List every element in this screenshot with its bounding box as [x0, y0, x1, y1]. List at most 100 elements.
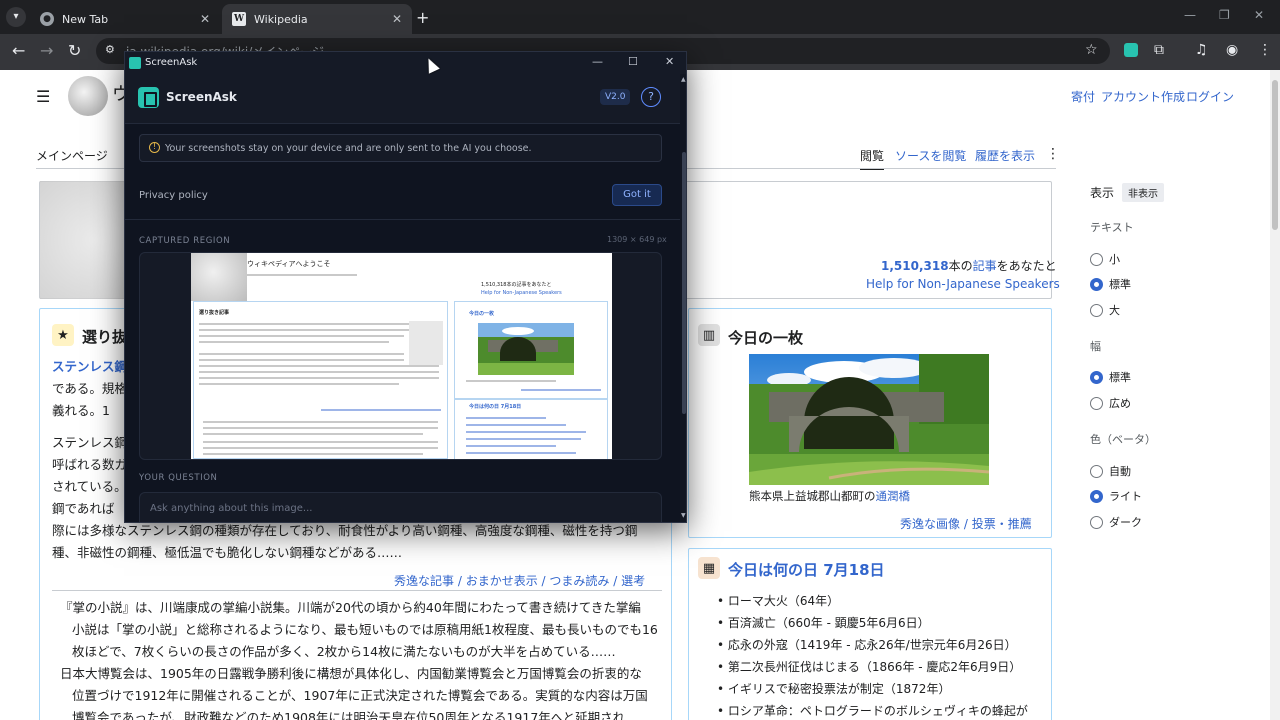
menu-icon[interactable]: ⋮: [1258, 42, 1272, 58]
restore-icon[interactable]: ❐: [1219, 8, 1230, 22]
wikipedia-logo[interactable]: [68, 76, 108, 116]
forward-icon[interactable]: →: [40, 41, 53, 60]
screenask-logo-icon: [138, 87, 159, 108]
tab-wikipedia[interactable]: W Wikipedia ✕: [222, 4, 412, 34]
non-japanese-help-link[interactable]: Help for Non-Japanese Speakers: [866, 277, 1060, 291]
screenask-titlebar[interactable]: ScreenAsk — ☐ ✕: [125, 52, 686, 74]
create-account-link[interactable]: アカウント作成: [1101, 88, 1185, 105]
featured-link-nominate[interactable]: 選考: [621, 574, 645, 588]
text-size-large[interactable]: 大: [1090, 302, 1120, 318]
radio-icon[interactable]: [1090, 277, 1103, 291]
page-scrollbar[interactable]: [1270, 70, 1280, 720]
close-tab-icon[interactable]: ✕: [392, 12, 402, 26]
on-this-day-item[interactable]: 百済滅亡（660年 - 顕慶5年6月6日）: [717, 612, 1028, 634]
on-this-day-title[interactable]: 今日は何の日 7月18日: [728, 559, 885, 580]
on-this-day-item[interactable]: イギリスで秘密投票法が制定（1872年）: [717, 678, 1028, 700]
on-this-day-item[interactable]: ローマ大火（64年）: [717, 590, 1028, 612]
close-icon[interactable]: ✕: [665, 55, 674, 68]
privacy-notice-text: Your screenshots stay on your device and…: [165, 143, 532, 154]
radio-icon[interactable]: [1090, 303, 1103, 317]
hamburger-menu-icon[interactable]: ☰: [36, 87, 50, 106]
tab-history[interactable]: 履歴を表示: [975, 147, 1035, 164]
radio-icon[interactable]: [1090, 515, 1103, 529]
screenask-app-icon: [129, 57, 141, 69]
maximize-icon[interactable]: ☐: [628, 55, 638, 68]
picture-caption-link[interactable]: 通潤橋: [876, 489, 911, 503]
radio-icon[interactable]: [1090, 252, 1103, 266]
question-input[interactable]: [150, 503, 650, 514]
featured-link-best[interactable]: 秀逸な記事: [394, 574, 454, 588]
text-size-label: テキスト: [1090, 221, 1134, 234]
scrollbar-thumb[interactable]: [682, 152, 686, 414]
picture-of-the-day-image[interactable]: [749, 354, 989, 485]
thumbnail-globe: [191, 253, 247, 301]
help-icon[interactable]: ?: [641, 87, 661, 107]
more-actions-icon[interactable]: ⋮: [1046, 146, 1060, 162]
option-label: ダーク: [1109, 516, 1142, 529]
screenask-scrollbar[interactable]: ▲ ▼: [680, 74, 686, 522]
thumbnail-title: ウィキペディアへようこそ: [247, 260, 331, 268]
color-auto[interactable]: 自動: [1090, 463, 1131, 479]
thumbnail-link-line: [466, 452, 576, 454]
site-info-icon[interactable]: ⚙: [105, 43, 115, 56]
calendar-icon: ▦: [698, 557, 720, 579]
featured-link-browse[interactable]: つまみ読み: [549, 574, 609, 588]
radio-icon[interactable]: [1090, 396, 1103, 410]
picture-link-best[interactable]: 秀逸な画像: [900, 517, 960, 531]
tab-main-page[interactable]: メインページ: [36, 147, 108, 164]
capture-thumbnail: ウィキペディアへようこそ 1,510,318本の記事をあなたと Help for…: [191, 253, 612, 459]
featured-link-random[interactable]: おまかせ表示: [466, 574, 538, 588]
article-link[interactable]: 記事: [973, 259, 997, 273]
login-link[interactable]: ログイン: [1186, 88, 1234, 105]
tab-read[interactable]: 閲覧: [860, 147, 885, 170]
hide-button[interactable]: 非表示: [1122, 183, 1165, 202]
question-input-box[interactable]: [139, 492, 662, 522]
captured-image-preview[interactable]: ウィキペディアへようこそ 1,510,318本の記事をあなたと Help for…: [139, 252, 662, 460]
extensions-icon[interactable]: ⧉: [1154, 42, 1164, 58]
width-wide[interactable]: 広め: [1090, 395, 1131, 411]
radio-icon[interactable]: [1090, 464, 1103, 478]
color-dark[interactable]: ダーク: [1090, 514, 1142, 530]
bookmark-star-icon[interactable]: ☆: [1085, 42, 1098, 58]
on-this-day-item[interactable]: ロシア革命：ペトログラードのボルシェヴィキの蜂起が: [717, 700, 1028, 720]
media-icon[interactable]: ♫: [1195, 42, 1208, 58]
on-this-day-item[interactable]: 第二次長州征伐はじまる（1866年 - 慶応2年6月9日）: [717, 656, 1028, 678]
tab-new-tab[interactable]: ● New Tab ✕: [30, 4, 220, 34]
text-size-small[interactable]: 小: [1090, 251, 1120, 267]
radio-icon[interactable]: [1090, 370, 1103, 384]
color-light[interactable]: ライト: [1090, 488, 1142, 504]
article-count: 1,510,318本の記事をあなたと: [881, 257, 1057, 274]
museum-icon: ▥: [698, 324, 720, 346]
scroll-up-icon[interactable]: ▲: [681, 76, 686, 83]
minimize-icon[interactable]: —: [592, 55, 603, 68]
thumbnail-link-line: [321, 409, 441, 411]
thumbnail-line: [199, 377, 439, 379]
privacy-policy-link[interactable]: Privacy policy: [139, 190, 208, 201]
close-window-icon[interactable]: ✕: [1254, 8, 1264, 22]
article-count-tail: をあなたと: [996, 259, 1057, 273]
back-icon[interactable]: ←: [12, 41, 25, 60]
on-this-day-list: ローマ大火（64年） 百済滅亡（660年 - 顕慶5年6月6日） 応永の外寇（1…: [717, 590, 1028, 720]
on-this-day-item[interactable]: 応永の外寇（1419年 - 応永26年/世宗元年6月26日）: [717, 634, 1028, 656]
article-count-number[interactable]: 1,510,318: [881, 259, 949, 273]
text-size-standard[interactable]: 標準: [1090, 276, 1131, 292]
radio-icon[interactable]: [1090, 489, 1103, 503]
picture-link-nominate[interactable]: 推薦: [1008, 517, 1032, 531]
picture-link-vote[interactable]: 投票: [972, 517, 996, 531]
reload-icon[interactable]: ↻: [68, 41, 81, 60]
tab-search-icon[interactable]: ▾: [6, 7, 26, 27]
got-it-button[interactable]: Got it: [612, 184, 662, 206]
minimize-icon[interactable]: —: [1184, 8, 1196, 22]
close-tab-icon[interactable]: ✕: [200, 12, 210, 26]
featured-divider: [52, 590, 662, 591]
privacy-notice: ! Your screenshots stay on your device a…: [139, 134, 662, 162]
new-tab-icon[interactable]: +: [416, 8, 429, 27]
donate-link[interactable]: 寄付: [1071, 88, 1095, 105]
screenask-extension-icon[interactable]: [1124, 43, 1138, 57]
tab-view-source[interactable]: ソースを閲覧: [895, 147, 966, 164]
scroll-down-icon[interactable]: ▼: [681, 512, 686, 519]
scrollbar-thumb[interactable]: [1272, 80, 1278, 230]
thumbnail-line: [466, 380, 556, 382]
width-standard[interactable]: 標準: [1090, 369, 1131, 385]
profile-icon[interactable]: ◉: [1226, 42, 1238, 58]
